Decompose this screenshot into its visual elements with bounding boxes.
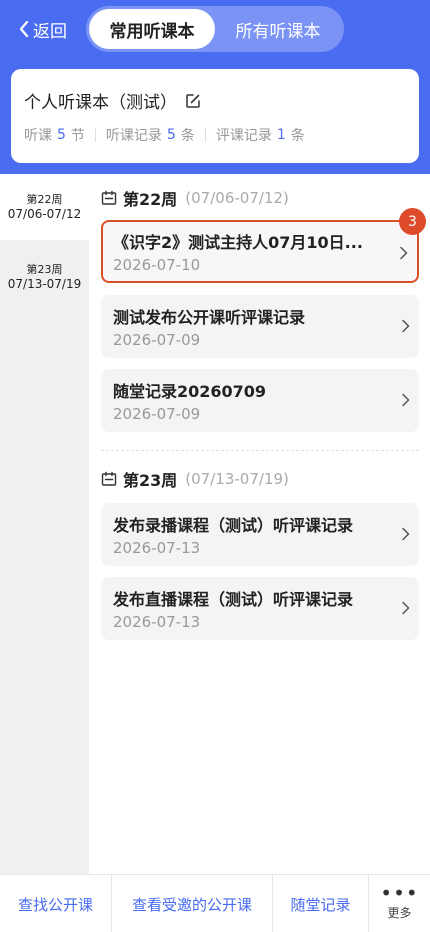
chevron-right-icon	[400, 246, 408, 260]
week-name: 第22周	[123, 190, 178, 209]
stat-records-unit: 条	[180, 128, 195, 144]
record-date: 2026-07-10	[113, 256, 201, 274]
sidebar-item-week-23[interactable]: 第23周 07/13-07/19	[0, 244, 89, 310]
record-item[interactable]: 发布录播课程（测试）听评课记录 2026-07-13	[101, 503, 419, 566]
stat-reviews-value: 1	[276, 127, 286, 143]
week-sidebar: 第22周 07/06-07/12 第23周 07/13-07/19	[0, 174, 89, 874]
record-item[interactable]: 测试发布公开课听评课记录 2026-07-09	[101, 295, 419, 358]
random-record-button[interactable]: 随堂记录	[273, 875, 369, 932]
notebook-stats: 听课 5 节 听课记录 5 条 评课记录 1 条	[24, 125, 305, 145]
notebook-title-row: 个人听课本（测试）	[24, 88, 201, 113]
record-date: 2026-07-13	[113, 613, 201, 631]
record-item[interactable]: 《识字2》测试主持人07月10日... 2026-07-10 3	[101, 208, 426, 283]
stat-divider	[94, 128, 96, 142]
more-label: 更多	[387, 905, 412, 920]
chevron-right-icon	[402, 527, 410, 541]
record-date: 2026-07-09	[113, 405, 201, 423]
stat-reviews-unit: 条	[290, 128, 305, 144]
week-divider	[101, 450, 419, 451]
sidebar-item-week-22[interactable]: 第22周 07/06-07/12	[0, 174, 89, 240]
sidebar-week-label: 第22周	[26, 193, 63, 206]
stat-reviews-label: 评课记录	[215, 128, 272, 144]
stat-records-value: 5	[166, 127, 176, 143]
invited-open-class-button[interactable]: 查看受邀的公开课	[112, 875, 273, 932]
week-name: 第23周	[123, 471, 178, 490]
record-item[interactable]: 发布直播课程（测试）听评课记录 2026-07-13	[101, 577, 419, 640]
notebook-tab-switch: 常用听课本 所有听课本	[86, 6, 344, 52]
notebook-info-card: 个人听课本（测试） 听课 5 节 听课记录 5 条 评课记录 1 条	[11, 69, 419, 163]
week-range: (07/06-07/12)	[185, 189, 289, 207]
record-title: 发布录播课程（测试）听评课记录	[113, 516, 354, 535]
unread-count-badge: 3	[399, 208, 426, 235]
more-button[interactable]: ••• 更多	[369, 875, 430, 932]
record-title: 《识字2》测试主持人07月10日...	[113, 233, 363, 252]
chevron-left-icon	[19, 20, 29, 38]
record-title: 随堂记录20260709	[113, 382, 267, 401]
chevron-right-icon	[402, 319, 410, 333]
record-list: 第22周 (07/06-07/12) 《识字2》测试主持人07月10日... 2…	[89, 174, 430, 874]
notebook-title: 个人听课本（测试）	[24, 93, 177, 113]
sidebar-week-range: 07/13-07/19	[7, 277, 82, 291]
back-label: 返回	[33, 21, 67, 42]
calendar-icon	[101, 471, 117, 486]
find-open-class-button[interactable]: 查找公开课	[0, 875, 112, 932]
record-title: 测试发布公开课听评课记录	[113, 308, 306, 327]
stat-records-label: 听课记录	[105, 128, 162, 144]
week-range: (07/13-07/19)	[185, 470, 289, 488]
stat-lessons-unit: 节	[70, 128, 85, 144]
tab-all-notebooks[interactable]: 所有听课本	[215, 9, 341, 49]
more-dots-icon: •••	[380, 880, 419, 905]
week-header-22: 第22周 (07/06-07/12)	[101, 186, 289, 210]
back-button[interactable]: 返回	[18, 17, 67, 42]
stat-lessons-label: 听课	[24, 128, 52, 144]
stat-lessons-value: 5	[57, 127, 66, 143]
stat-divider	[204, 128, 206, 142]
chevron-right-icon	[402, 601, 410, 615]
record-date: 2026-07-09	[113, 331, 201, 349]
record-item[interactable]: 随堂记录20260709 2026-07-09	[101, 369, 419, 432]
tab-common-notebooks[interactable]: 常用听课本	[89, 9, 215, 49]
calendar-icon	[101, 190, 117, 205]
header-bar: 返回 常用听课本 所有听课本 个人听课本（测试） 听课 5 节 听课记录 5 条…	[0, 0, 430, 174]
record-title: 发布直播课程（测试）听评课记录	[113, 590, 354, 609]
edit-icon[interactable]	[185, 93, 201, 109]
chevron-right-icon	[402, 393, 410, 407]
sidebar-week-label: 第23周	[26, 263, 63, 276]
record-date: 2026-07-13	[113, 539, 201, 557]
sidebar-week-range: 07/06-07/12	[7, 207, 82, 221]
bottom-action-bar: 查找公开课 查看受邀的公开课 随堂记录 ••• 更多	[0, 874, 430, 932]
week-header-23: 第23周 (07/13-07/19)	[101, 467, 289, 491]
